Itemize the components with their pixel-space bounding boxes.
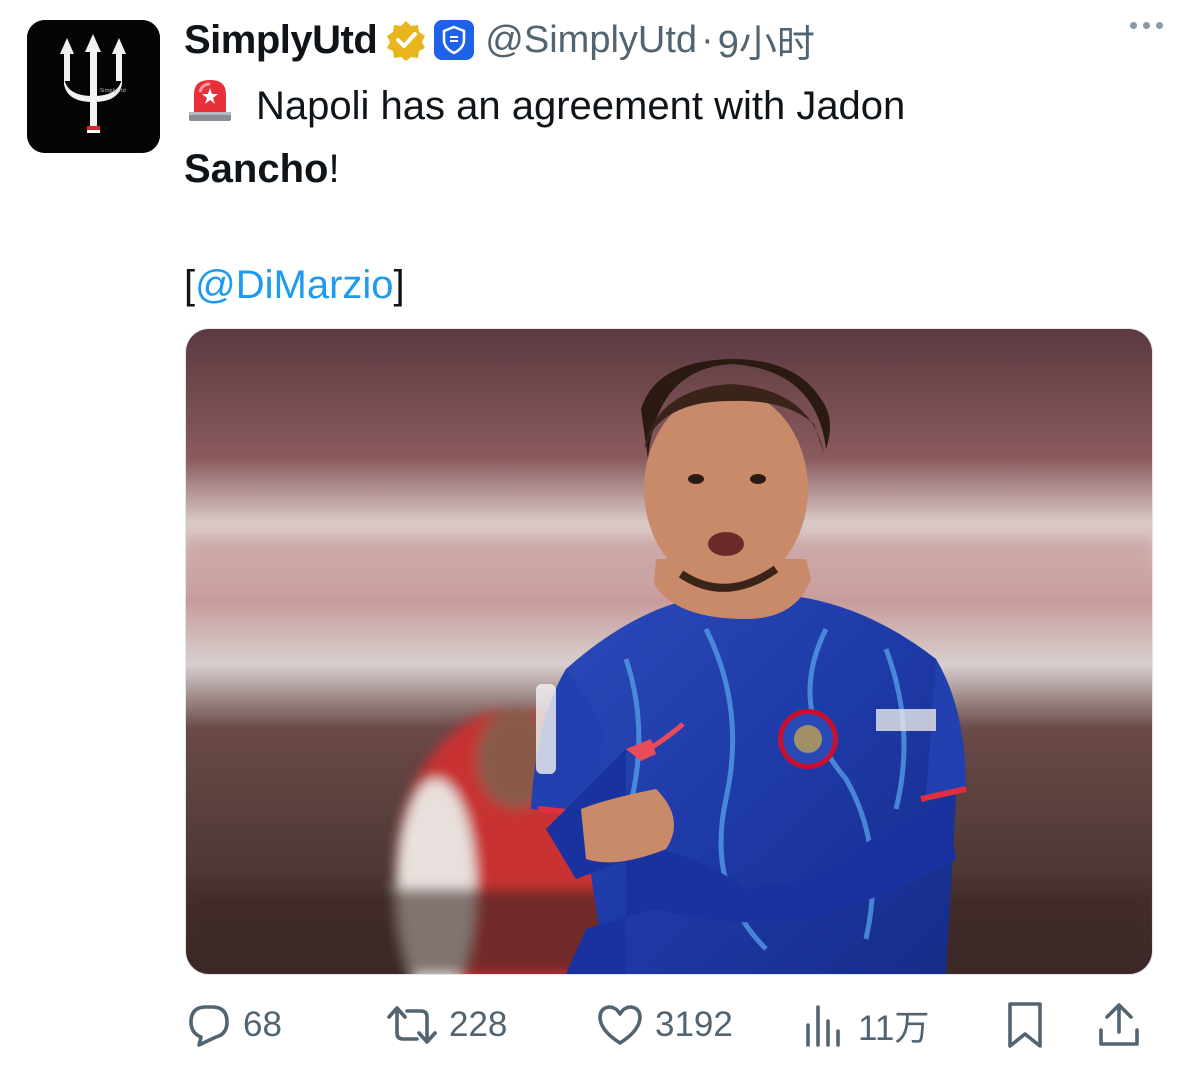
more-options-icon[interactable] (1130, 22, 1163, 29)
avatar-caption: SimplyUtd (100, 88, 126, 94)
player-photo (186, 329, 1152, 974)
tweet-image[interactable] (185, 328, 1153, 975)
reply-count: 68 (243, 1005, 282, 1044)
avatar[interactable]: SimplyUtd (27, 20, 160, 153)
shield-badge-icon[interactable] (433, 19, 475, 61)
like-count: 3192 (655, 1005, 733, 1044)
tweet-actions: 68 228 3192 11万 (185, 995, 1145, 1055)
tweet-text: Napoli has an agreement with Jadon Sanch… (184, 72, 1084, 314)
views-count: 11万 (858, 1008, 930, 1048)
retweet-count: 228 (449, 1005, 508, 1044)
author-name[interactable]: SimplyUtd (184, 18, 378, 63)
trident-logo: SimplyUtd (27, 20, 160, 153)
views-button[interactable]: 11万 (800, 995, 929, 1055)
views-icon (806, 1005, 840, 1047)
separator-dot: · (701, 18, 714, 61)
rotating-light-emoji (184, 72, 236, 140)
share-button[interactable] (1095, 995, 1143, 1055)
tweet-timestamp[interactable]: 9小时 (718, 13, 815, 68)
bookmark-button[interactable] (1003, 995, 1047, 1055)
tweet-header: SimplyUtd @SimplyUtd · 9小时 (184, 14, 1159, 66)
tweet-text-bold: Sancho (184, 147, 329, 191)
verified-badge-icon[interactable] (385, 19, 427, 61)
reply-icon (189, 1005, 229, 1047)
tweet-text-line1: Napoli has an agreement with Jadon (256, 84, 906, 128)
bracket-open: [ (184, 263, 196, 307)
bracket-close: ] (393, 263, 405, 307)
mention-link[interactable]: @DiMarzio (195, 263, 393, 307)
heart-icon (598, 1005, 642, 1045)
share-icon (1099, 1003, 1139, 1046)
bookmark-icon (1008, 1002, 1042, 1048)
retweet-button[interactable]: 228 (385, 995, 507, 1055)
reply-button[interactable]: 68 (185, 995, 282, 1055)
like-button[interactable]: 3192 (595, 995, 733, 1055)
tweet-text-exclaim: ! (328, 147, 340, 191)
author-handle[interactable]: @SimplyUtd (485, 19, 697, 62)
retweet-icon (387, 1006, 437, 1044)
